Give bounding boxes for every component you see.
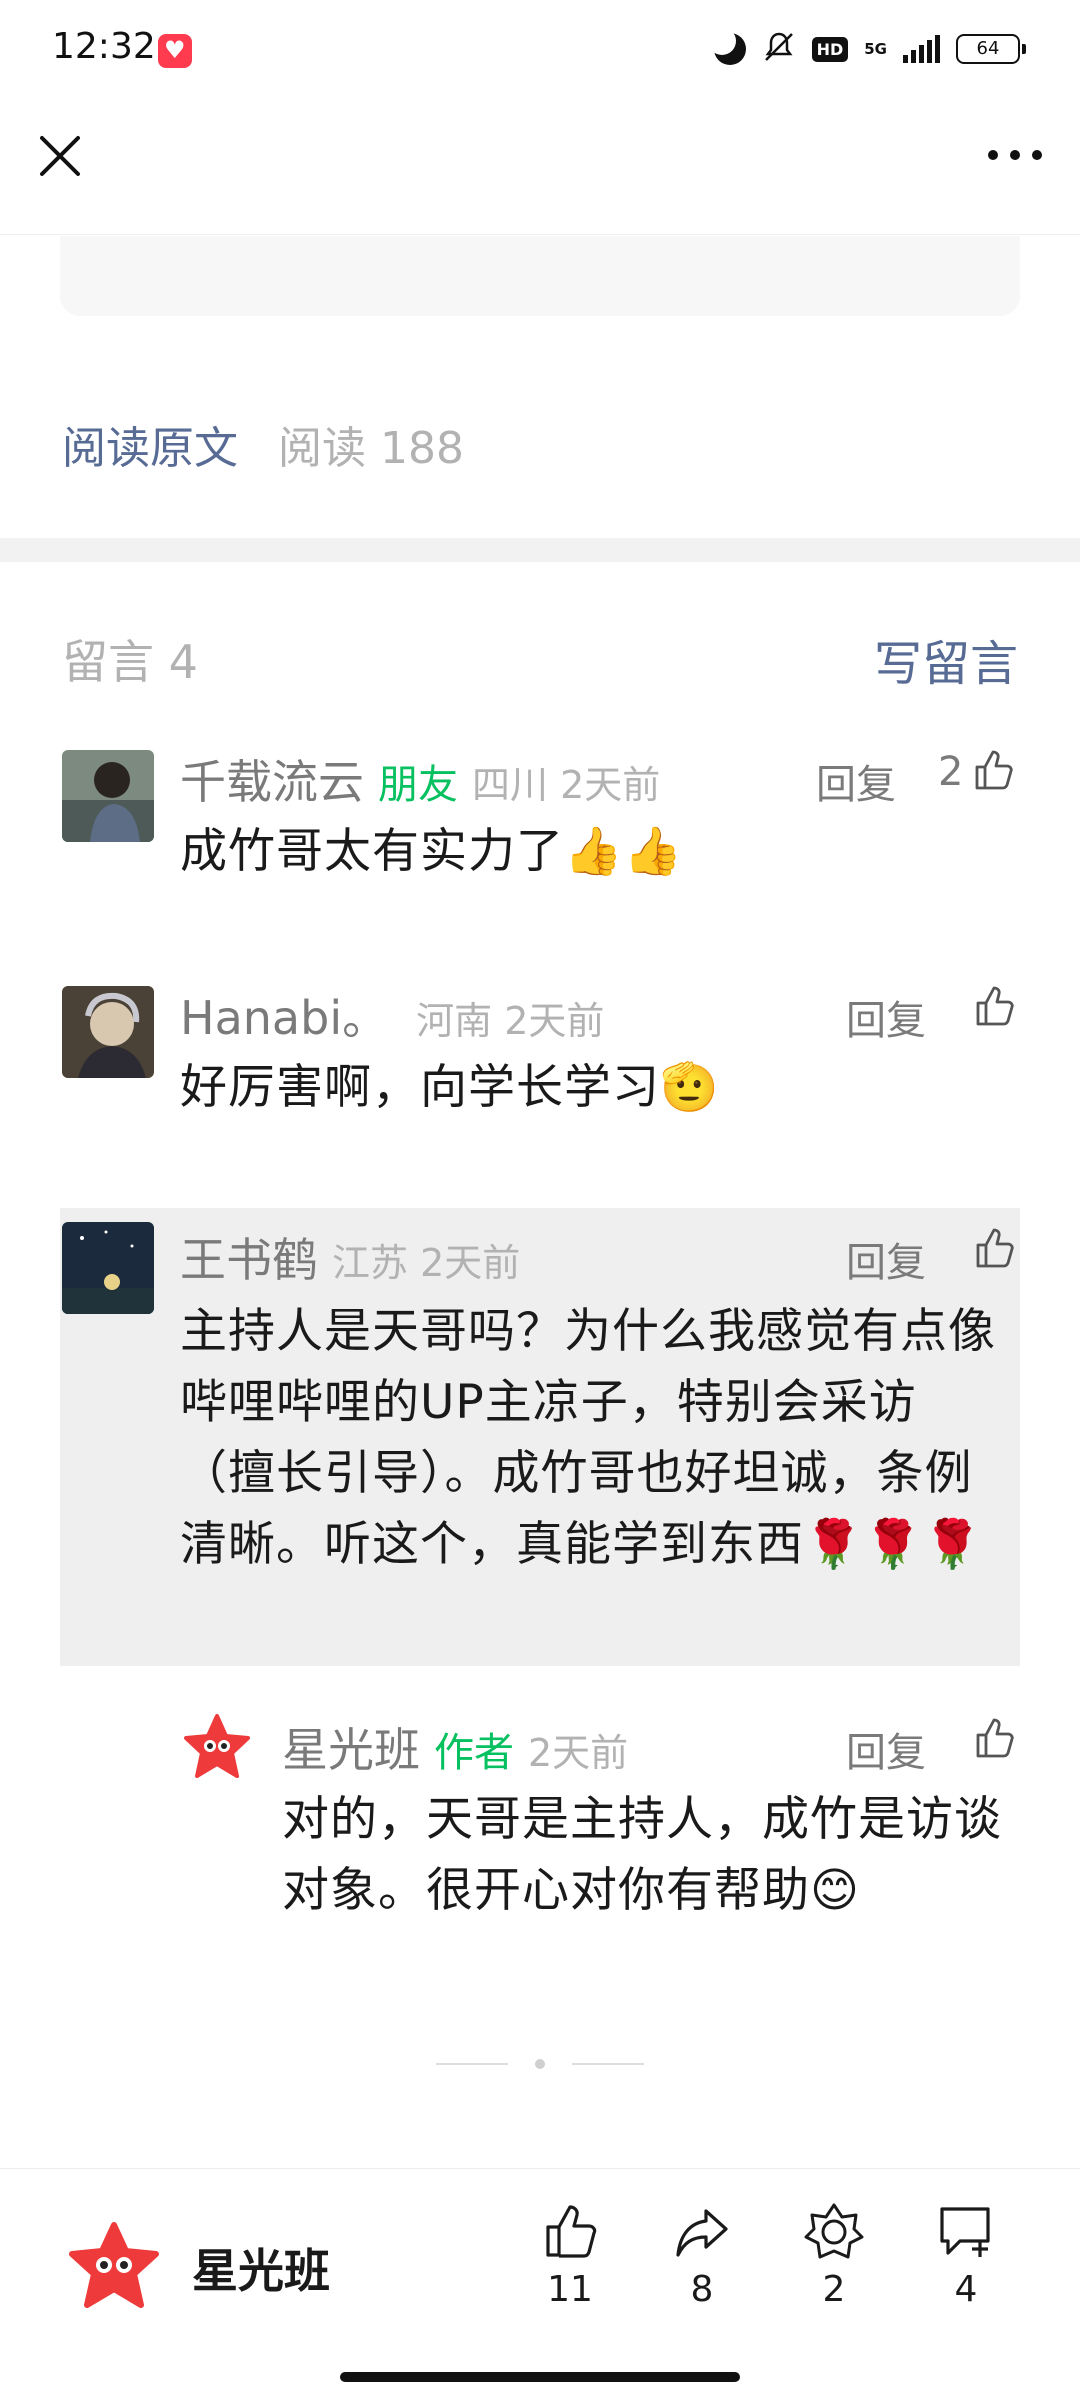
read-count: 阅读 188 bbox=[278, 423, 464, 474]
mute-icon bbox=[762, 30, 796, 68]
comment-icon bbox=[916, 2201, 1016, 2261]
friend-tag: 朋友 bbox=[378, 762, 458, 808]
like-article-button[interactable]: 11 bbox=[520, 2201, 620, 2341]
comment-text: 好厉害啊，向学长学习🫡 bbox=[180, 1060, 720, 1115]
thumb-up-icon bbox=[520, 2201, 620, 2261]
comment-header: 千载流云 朋友 四川 2天前 bbox=[180, 746, 660, 812]
author-avatar[interactable] bbox=[182, 1712, 252, 1782]
like-button[interactable] bbox=[972, 1226, 1016, 1274]
dnd-moon-icon bbox=[707, 27, 746, 65]
app-notification-icon bbox=[158, 34, 192, 68]
comment-text: 主持人是天哥吗？为什么我感觉有点像哔哩哔哩的UP主凉子，特别会采访（擅长引导）。… bbox=[180, 1304, 996, 1572]
account-avatar[interactable] bbox=[66, 2219, 162, 2315]
share-button[interactable]: 8 bbox=[652, 2201, 752, 2341]
avatar[interactable] bbox=[62, 1222, 154, 1314]
article-card-bottom bbox=[60, 236, 1020, 316]
read-row: 阅读原文 阅读 188 bbox=[62, 412, 464, 476]
comment-meta: 四川 2天前 bbox=[472, 763, 661, 807]
thumb-up-icon bbox=[972, 1226, 1016, 1274]
commenter-name[interactable]: Hanabi。 bbox=[180, 982, 388, 1048]
commenter-name[interactable]: 王书鹤 bbox=[180, 1224, 318, 1290]
comments-title: 留言 4 bbox=[62, 635, 198, 689]
avatar[interactable] bbox=[62, 986, 154, 1078]
page-indicator bbox=[436, 2058, 644, 2070]
comment-button[interactable]: 4 bbox=[916, 2201, 1016, 2341]
author-reply: 星光班 作者 2天前 回复 对的，天哥是主持人，成竹是访谈对象。很开心对你有帮助… bbox=[60, 1700, 1020, 1920]
battery-icon: 64 bbox=[956, 34, 1026, 64]
signal-icon bbox=[903, 35, 940, 63]
status-bar: 12:32 HD 5G 64 bbox=[0, 0, 1080, 100]
favorite-icon bbox=[784, 2201, 884, 2261]
write-comment-button[interactable]: 写留言 bbox=[874, 624, 1018, 694]
comment-text: 成竹哥太有实力了👍👍 bbox=[180, 824, 684, 879]
author-tag: 作者 bbox=[434, 1730, 514, 1776]
comment-item-highlighted: 王书鹤 江苏 2天前 回复 主持人是天哥吗？为什么我感觉有点像哔哩哔哩的UP主凉… bbox=[60, 1208, 1020, 1666]
comment-count: 4 bbox=[954, 2269, 978, 2310]
like-count: 11 bbox=[547, 2269, 593, 2310]
favorite-button[interactable]: 2 bbox=[784, 2201, 884, 2341]
reply-button[interactable]: 回复 bbox=[816, 752, 896, 810]
top-nav bbox=[0, 100, 1080, 235]
comment-item: 千载流云 朋友 四川 2天前 回复 2 成竹哥太有实力了👍👍 bbox=[60, 746, 1020, 906]
like-button[interactable]: 2 bbox=[938, 748, 1015, 796]
home-indicator[interactable] bbox=[340, 2372, 740, 2382]
reply-time: 2天前 bbox=[528, 1731, 629, 1775]
share-icon bbox=[652, 2201, 752, 2261]
hd-badge: HD bbox=[811, 36, 849, 62]
read-original-link[interactable]: 阅读原文 bbox=[62, 412, 238, 476]
like-button[interactable] bbox=[972, 984, 1016, 1032]
author-name[interactable]: 星光班 bbox=[282, 1714, 420, 1780]
favorite-count: 2 bbox=[822, 2269, 846, 2310]
comment-meta: 江苏 2天前 bbox=[332, 1241, 521, 1285]
avatar[interactable] bbox=[62, 750, 154, 842]
reply-text: 对的，天哥是主持人，成竹是访谈对象。很开心对你有帮助😊 bbox=[282, 1792, 1002, 1918]
account-name[interactable]: 星光班 bbox=[192, 2235, 330, 2301]
close-icon[interactable] bbox=[34, 130, 86, 182]
thumb-up-icon bbox=[972, 1716, 1016, 1764]
status-icons: HD 5G 64 bbox=[707, 27, 1026, 68]
commenter-name[interactable]: 千载流云 bbox=[180, 746, 364, 812]
status-time: 12:32 bbox=[52, 26, 156, 67]
comment-meta: 河南 2天前 bbox=[416, 999, 605, 1043]
page-indicator-dot bbox=[535, 2059, 545, 2069]
share-count: 8 bbox=[690, 2269, 714, 2310]
more-icon[interactable] bbox=[984, 140, 1046, 170]
bottom-bar: 星光班 11 8 2 4 bbox=[0, 2168, 1080, 2400]
thumb-up-icon bbox=[971, 748, 1015, 796]
network-5g-label: 5G bbox=[864, 40, 887, 58]
comment-header: Hanabi。 河南 2天前 bbox=[180, 982, 604, 1048]
section-divider bbox=[0, 538, 1080, 562]
comment-item: Hanabi。 河南 2天前 回复 好厉害啊，向学长学习🫡 bbox=[60, 982, 1020, 1142]
reply-button[interactable]: 回复 bbox=[846, 988, 926, 1046]
reply-button[interactable]: 回复 bbox=[846, 1230, 926, 1288]
like-count: 2 bbox=[938, 749, 964, 795]
like-button[interactable] bbox=[972, 1716, 1016, 1764]
reply-button[interactable]: 回复 bbox=[846, 1720, 926, 1778]
reply-header: 星光班 作者 2天前 bbox=[282, 1714, 628, 1780]
comment-header: 王书鹤 江苏 2天前 bbox=[180, 1224, 520, 1290]
thumb-up-icon bbox=[972, 984, 1016, 1032]
